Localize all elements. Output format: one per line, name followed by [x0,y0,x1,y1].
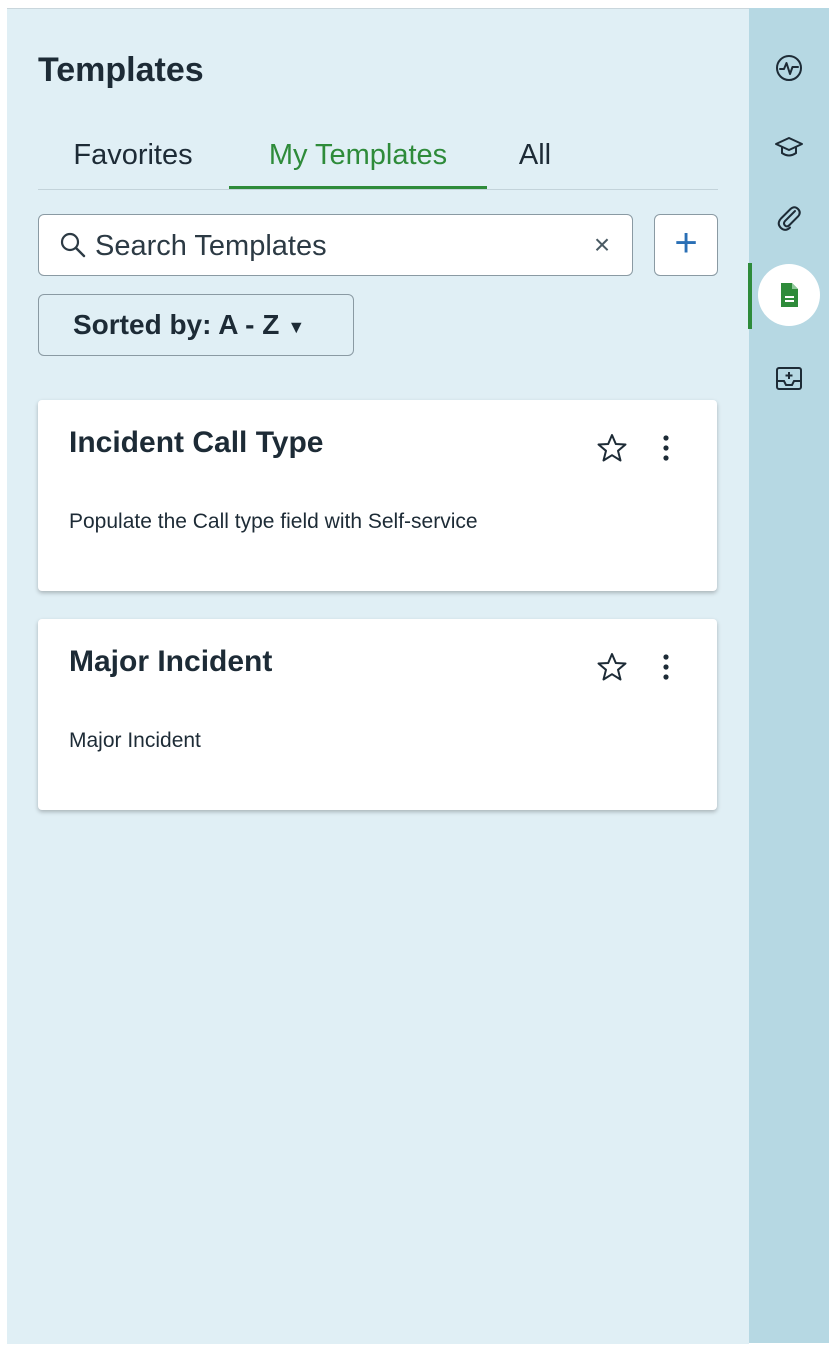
rail-activity-button[interactable] [749,38,829,98]
rail-learning-button[interactable] [749,118,829,178]
document-icon [781,283,798,307]
side-rail [748,8,829,1343]
templates-panel: Templates Favorites My Templates All × +… [7,8,749,1344]
rail-inbox-button[interactable] [749,348,829,408]
template-card[interactable]: Incident Call Type Populate the Call typ… [38,400,717,591]
card-description: Major Incident [69,729,201,752]
sort-label: Sorted by: A - Z [73,309,280,340]
add-template-button[interactable]: + [654,214,718,276]
tab-bar: Favorites My Templates All [38,129,718,190]
caret-down-icon: ▼ [287,316,306,337]
paperclip-icon [777,206,801,231]
tab-my-templates[interactable]: My Templates [229,129,487,189]
activity-icon [776,55,802,81]
more-options-icon[interactable] [658,651,674,683]
card-description: Populate the Call type field with Self-s… [69,510,478,533]
inbox-add-icon [776,367,802,390]
template-card[interactable]: Major Incident Major Incident [38,619,717,810]
tab-favorites[interactable]: Favorites [38,129,228,189]
card-title: Major Incident [69,645,273,678]
search-input[interactable] [93,223,567,269]
clear-search-button[interactable]: × [586,229,618,261]
rail-templates-button[interactable] [749,264,829,326]
star-icon[interactable] [596,651,628,683]
rail-attachments-button[interactable] [749,188,829,248]
active-rail-circle [758,264,820,326]
card-title: Incident Call Type [69,426,324,459]
graduation-cap-icon [775,137,803,157]
star-icon[interactable] [596,432,628,464]
sort-button[interactable]: Sorted by: A - Z ▼ [38,294,354,356]
search-box: × [38,214,633,276]
tab-all[interactable]: All [500,129,570,189]
search-icon [60,232,86,258]
more-options-icon[interactable] [658,432,674,464]
panel-title: Templates [38,51,204,89]
